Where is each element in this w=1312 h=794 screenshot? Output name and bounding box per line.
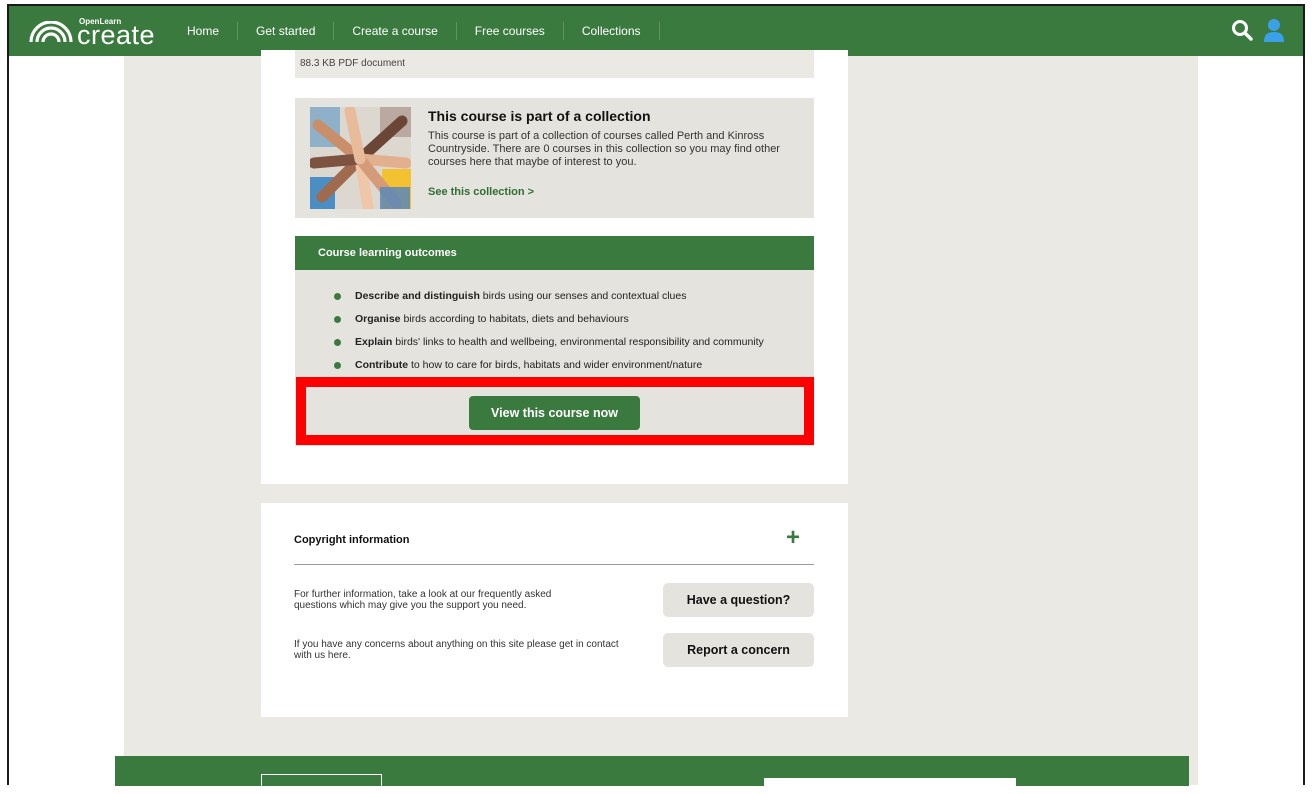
see-collection-link[interactable]: See this collection > (428, 186, 534, 198)
learning-outcomes-title: Course learning outcomes (318, 247, 457, 259)
collection-title: This course is part of a collection (428, 108, 651, 124)
view-course-button[interactable]: View this course now (469, 396, 640, 430)
footer-search-field[interactable] (764, 778, 1016, 788)
main-nav: Home Get started Create a course Free co… (175, 6, 660, 56)
top-navigation-bar: OpenLearn create Home Get started Create… (9, 6, 1303, 56)
learning-outcomes-list: Describe and distinguish birds using our… (334, 290, 764, 382)
collection-image (310, 107, 411, 209)
list-item: Explain birds' links to health and wellb… (334, 336, 764, 359)
rainbow-arc-logo-icon (29, 21, 73, 43)
chevron-right-icon: > (527, 186, 535, 198)
collection-description: This course is part of a collection of c… (428, 130, 780, 168)
report-a-concern-button[interactable]: Report a concern (663, 633, 814, 667)
faq-text: For further information, take a look at … (294, 589, 552, 611)
have-a-question-button[interactable]: Have a question? (663, 583, 814, 617)
nav-get-started[interactable]: Get started (238, 22, 335, 40)
copyright-heading[interactable]: Copyright information (294, 534, 410, 546)
user-icon[interactable] (1263, 18, 1285, 42)
see-collection-label: See this collection (428, 186, 525, 198)
search-icon[interactable] (1231, 19, 1253, 41)
attachment-row[interactable]: 88.3 KB PDF document (295, 50, 814, 78)
nav-free-courses[interactable]: Free courses (457, 22, 564, 40)
concern-text: If you have any concerns about anything … (294, 639, 619, 661)
header-actions (1231, 18, 1285, 42)
learning-outcomes-header: Course learning outcomes (295, 236, 814, 270)
plus-icon[interactable]: + (786, 526, 800, 550)
site-logo[interactable]: OpenLearn create (29, 14, 155, 49)
list-item: Describe and distinguish birds using our… (334, 290, 764, 313)
list-item: Organise birds according to habitats, di… (334, 313, 764, 336)
nav-create-a-course[interactable]: Create a course (334, 22, 457, 40)
logo-big-text: create (77, 20, 156, 50)
attachment-meta: 88.3 KB PDF document (300, 58, 406, 69)
nav-home[interactable]: Home (175, 22, 239, 40)
collection-panel: This course is part of a collection This… (295, 98, 814, 218)
divider (294, 564, 814, 565)
footer-logo-box[interactable] (261, 774, 382, 794)
site-footer (115, 756, 1189, 794)
nav-collections[interactable]: Collections (564, 22, 660, 40)
